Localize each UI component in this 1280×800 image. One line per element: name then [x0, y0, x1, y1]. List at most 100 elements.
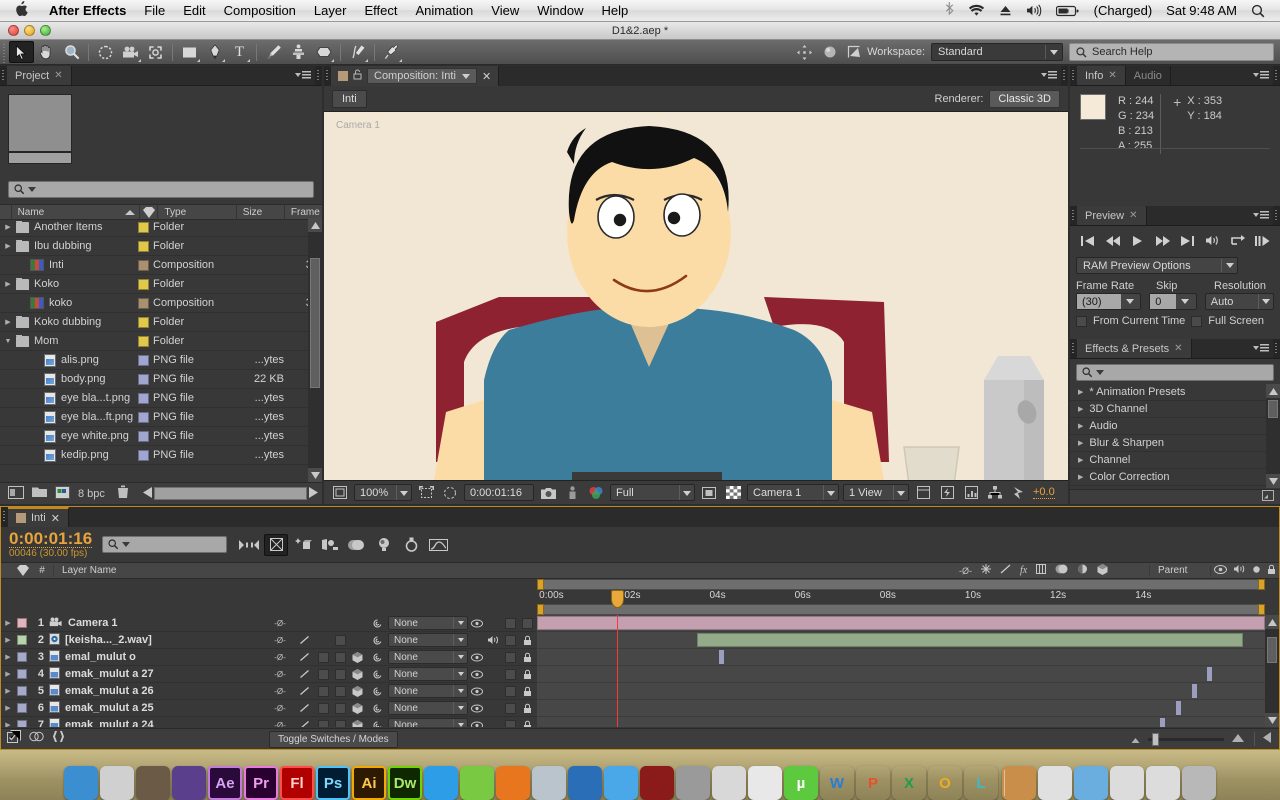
close-icon[interactable]: ✕ [1174, 343, 1182, 354]
graph-editor-icon[interactable] [426, 534, 450, 556]
layer-keyframe-bar[interactable] [719, 650, 724, 664]
close-icon[interactable]: ✕ [1129, 210, 1137, 221]
label-swatch[interactable] [133, 354, 153, 366]
puppet-pin-tool[interactable] [379, 41, 404, 63]
twirl-icon[interactable]: ▶ [1, 653, 15, 661]
workspace-select[interactable]: Standard [931, 43, 1063, 61]
bit-depth-label[interactable]: 8 bpc [78, 488, 105, 500]
loop-button[interactable] [1226, 231, 1249, 250]
project-list-item[interactable]: ▶ Koko dubbing Folder [0, 313, 322, 332]
menu-view[interactable]: View [482, 0, 528, 22]
parent-select-cell[interactable]: None [388, 650, 468, 664]
work-area-start-handle-2[interactable] [537, 604, 544, 615]
three-d-switch[interactable] [349, 719, 366, 727]
timeline-track-row[interactable] [537, 700, 1265, 717]
panel-menu-icon[interactable] [1253, 343, 1269, 355]
enable-frame-blending-icon[interactable] [318, 534, 342, 556]
scroll-right-icon[interactable] [309, 486, 318, 501]
region-interest-toggle-icon[interactable] [699, 484, 719, 502]
project-item-list[interactable]: ▶ Another Items Folder ▶ Ibu dubbing Folder In… [0, 218, 322, 482]
label-swatch[interactable] [133, 297, 153, 309]
solo-switch[interactable] [502, 617, 519, 629]
effects-panel-grip[interactable] [1070, 339, 1077, 358]
shy-switch-icon[interactable]: -Ø- [959, 566, 972, 576]
solo-switch[interactable] [502, 702, 519, 714]
layer-label-swatch[interactable] [15, 703, 29, 713]
transfer-controls-toggle-icon[interactable] [29, 730, 44, 748]
dock-item-app-store-folder[interactable] [136, 766, 170, 800]
shy-switch[interactable]: -Ø- [267, 619, 293, 628]
video-switch[interactable] [468, 704, 485, 713]
rotation-tool[interactable] [93, 41, 118, 63]
parent-select-cell[interactable]: None [388, 701, 468, 715]
ram-preview-button[interactable] [1251, 231, 1274, 250]
layer-label-swatch[interactable] [15, 669, 29, 679]
timeline-vertical-scrollbar[interactable] [1265, 615, 1279, 727]
timeline-icon[interactable] [961, 484, 981, 502]
close-icon[interactable]: ✕ [1108, 70, 1116, 81]
first-frame-button[interactable] [1076, 231, 1099, 250]
layer-label-swatch[interactable] [15, 652, 29, 662]
frame-blend-switch[interactable] [332, 719, 349, 727]
solo-switch[interactable] [502, 634, 519, 646]
collapse-switch-icon[interactable] [981, 564, 991, 577]
timeline-track-row[interactable] [537, 666, 1265, 683]
scroll-thumb[interactable] [1267, 637, 1277, 663]
parent-pickwhip[interactable] [366, 652, 388, 663]
timeline-layer-row[interactable]: ▶ 5 emak_mulut a 26 -Ø- None [1, 683, 536, 700]
effects-category-row[interactable]: ▶ * Animation Presets [1070, 384, 1266, 401]
scale-gizmo-icon[interactable] [842, 41, 867, 63]
audio-toggle-button[interactable] [1201, 231, 1224, 250]
twirl-icon[interactable]: ▶ [1078, 405, 1083, 413]
guide-layout-icon[interactable] [913, 484, 933, 502]
column-number[interactable]: # [31, 565, 53, 576]
timeline-zoom-slider[interactable] [1148, 732, 1224, 746]
label-swatch[interactable] [133, 430, 153, 442]
parent-select-cell[interactable]: None [388, 616, 468, 630]
layer-name-cell[interactable]: Camera 1 [49, 617, 267, 630]
twirl-icon[interactable]: ▶ [1078, 422, 1083, 430]
parent-pickwhip[interactable] [366, 703, 388, 714]
parent-select-cell[interactable]: None [388, 684, 468, 698]
pan-behind-tool[interactable] [143, 41, 168, 63]
tab-project[interactable]: Project ✕ [7, 66, 72, 85]
shy-switch[interactable]: -Ø- [267, 636, 293, 645]
dock-item-ms-powerpoint[interactable]: P [856, 766, 890, 800]
previous-frame-button[interactable] [1101, 231, 1124, 250]
resolution-select[interactable]: Auto [1204, 293, 1274, 310]
twirl-icon[interactable]: ▼ [0, 338, 16, 345]
twirl-icon[interactable]: ▶ [1078, 473, 1083, 481]
three-d-switch[interactable] [349, 651, 366, 663]
new-comp-icon[interactable] [8, 485, 24, 502]
delete-icon[interactable] [117, 485, 129, 502]
pen-tool[interactable] [202, 41, 227, 63]
panel-menu-icon[interactable] [1253, 70, 1269, 82]
timeline-layer-row[interactable]: ▶ 2 [keisha..._2.wav] -Ø- None [1, 632, 536, 649]
dock-item-audio-app[interactable] [172, 766, 206, 800]
eraser-tool[interactable] [311, 41, 336, 63]
effects-search-input[interactable] [1076, 364, 1274, 381]
audio-switch[interactable] [485, 635, 502, 645]
snapshot-icon[interactable] [538, 484, 558, 502]
project-search-input[interactable] [8, 181, 314, 198]
frame-blend-switch[interactable] [332, 634, 349, 646]
dock-item-documents-stack[interactable] [1110, 766, 1144, 800]
dock-item-dreamweaver[interactable]: Dw [388, 766, 422, 800]
timeline-search-input[interactable] [102, 536, 228, 553]
effects-category-row[interactable]: ▶ Audio [1070, 418, 1266, 435]
mask-shape-icon[interactable] [440, 484, 460, 502]
shy-switch[interactable]: -Ø- [267, 687, 293, 696]
effects-category-row[interactable]: ▶ Color Correction [1070, 469, 1266, 486]
dock-item-illustrator[interactable]: Ai [352, 766, 386, 800]
layer-duration-bar[interactable] [537, 616, 1265, 630]
dock-item-disc-burner[interactable] [748, 766, 782, 800]
in-out-panel-toggle-icon[interactable] [52, 730, 65, 748]
current-time-indicator-head[interactable] [611, 590, 625, 608]
twirl-icon[interactable]: ▶ [0, 280, 16, 288]
parent-select-cell[interactable]: None [388, 633, 468, 647]
timeline-track-row[interactable] [537, 649, 1265, 666]
menu-after-effects[interactable]: After Effects [40, 0, 135, 22]
dock-item-ms-excel[interactable]: X [892, 766, 926, 800]
work-area-bar-top[interactable] [537, 579, 1265, 590]
label-swatch[interactable] [133, 335, 153, 347]
